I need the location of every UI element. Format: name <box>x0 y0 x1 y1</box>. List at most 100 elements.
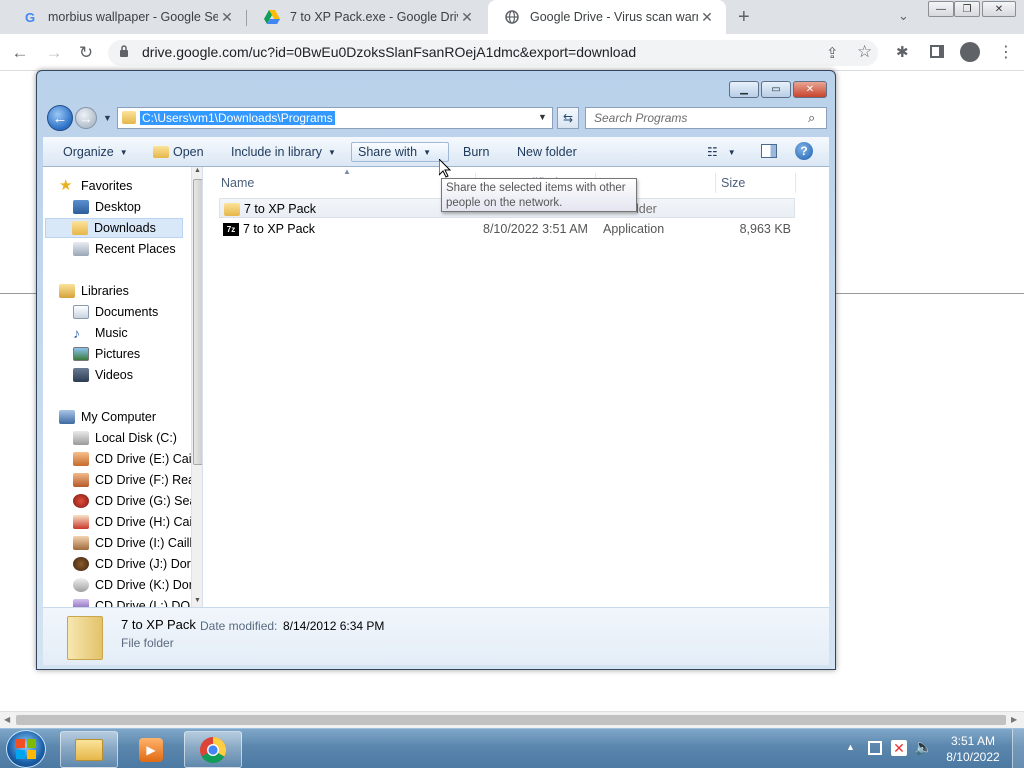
action-center-warning-icon[interactable]: ✕ <box>891 740 907 756</box>
explorer-search-box[interactable]: Search Programs ⌕ <box>585 107 827 129</box>
recent-pages-chevron-icon[interactable]: ▼ <box>103 113 112 123</box>
nav-drive-k[interactable]: CD Drive (K:) Dor <box>73 575 202 595</box>
network-icon[interactable] <box>868 741 882 755</box>
hard-disk-icon <box>73 431 89 445</box>
address-dropdown-icon[interactable]: ▼ <box>538 112 547 122</box>
share-page-icon[interactable]: ⇪ <box>826 44 839 62</box>
search-icon[interactable]: ⌕ <box>808 110 815 126</box>
extensions-icon[interactable]: ✱ <box>896 43 909 61</box>
views-icon[interactable]: ☷ ▼ <box>701 142 742 162</box>
bookmark-star-icon[interactable]: ☆ <box>857 42 872 62</box>
nav-favorites[interactable]: ★ Favorites <box>59 176 202 196</box>
taskbar-clock[interactable]: 3:51 AM 8/10/2022 <box>940 733 1006 765</box>
nav-music[interactable]: ♪ Music <box>73 323 202 343</box>
forward-icon[interactable]: → <box>42 41 66 65</box>
include-in-library-menu[interactable]: Include in library ▼ <box>225 142 342 162</box>
nav-drive-e[interactable]: CD Drive (E:) Caill <box>73 449 202 469</box>
horizontal-scroll-thumb[interactable] <box>16 715 1006 725</box>
volume-icon[interactable]: 🔈 <box>914 738 933 756</box>
close-tab-icon[interactable]: ✕ <box>218 9 236 26</box>
computer-icon <box>59 410 75 424</box>
lock-icon[interactable] <box>119 45 129 57</box>
nav-drive-g[interactable]: CD Drive (G:) Sea <box>73 491 202 511</box>
explorer-maximize-button[interactable]: ▭ <box>761 81 791 98</box>
help-icon[interactable]: ? <box>795 142 813 160</box>
nav-label: Libraries <box>81 284 129 298</box>
command-bar: Organize ▼ Open Include in library ▼ Share… <box>43 137 829 167</box>
file-type: Application <box>603 222 665 236</box>
file-row-application[interactable]: 7z 7 to XP Pack 8/10/2022 3:51 AM Applic… <box>219 219 795 239</box>
scroll-thumb[interactable] <box>193 179 202 465</box>
explorer-address-bar[interactable]: C:\Users\vm1\Downloads\Programs ▼ <box>117 107 553 129</box>
maximize-button[interactable]: ❐ <box>954 1 980 17</box>
tab-virus-scan[interactable]: Google Drive - Virus scan warnin ✕ <box>488 0 726 34</box>
start-button[interactable] <box>6 730 46 768</box>
explorer-forward-button[interactable]: → <box>75 107 97 129</box>
new-folder-button[interactable]: New folder <box>511 142 583 162</box>
column-divider <box>795 173 796 193</box>
close-tab-icon[interactable]: ✕ <box>698 9 716 26</box>
tab-title: 7 to XP Pack.exe - Google Drive <box>290 10 458 24</box>
organize-menu[interactable]: Organize ▼ <box>57 142 134 162</box>
address-path: C:\Users\vm1\Downloads\Programs <box>140 111 335 125</box>
nav-libraries[interactable]: Libraries <box>59 281 202 301</box>
profile-avatar-icon[interactable] <box>960 42 980 62</box>
close-button[interactable]: ✕ <box>982 1 1016 17</box>
scroll-right-icon[interactable]: ▶ <box>1011 715 1017 724</box>
file-list-pane: ▲ Name Date modified Type Size 7 to XP P… <box>203 167 829 607</box>
nav-drive-j[interactable]: CD Drive (J:) Dora <box>73 554 202 574</box>
nav-drive-l[interactable]: CD Drive (L:) DOF <box>73 596 202 607</box>
google-icon: G <box>24 9 36 25</box>
nav-my-computer[interactable]: My Computer <box>59 407 202 427</box>
nav-drive-h[interactable]: CD Drive (H:) Cai <box>73 512 202 532</box>
tab-morbius[interactable]: G morbius wallpaper - Google Sear ✕ <box>6 0 246 34</box>
include-label: Include in library <box>231 145 323 159</box>
nav-recent-places[interactable]: Recent Places <box>73 239 202 259</box>
new-tab-icon[interactable]: + <box>738 6 750 29</box>
chevron-down-icon: ▼ <box>119 147 128 157</box>
scroll-up-icon[interactable]: ▲ <box>194 167 201 174</box>
large-folder-icon <box>67 616 103 660</box>
explorer-close-button[interactable]: ✕ <box>793 81 827 98</box>
nav-drive-f[interactable]: CD Drive (F:) Rea <box>73 470 202 490</box>
nav-pictures[interactable]: Pictures <box>73 344 202 364</box>
preview-pane-icon[interactable] <box>761 144 777 158</box>
nav-downloads[interactable]: Downloads <box>45 218 183 238</box>
menu-kebab-icon[interactable]: ⋮ <box>998 42 1014 62</box>
show-desktop-button[interactable] <box>1012 729 1024 769</box>
tab-search-chevron-icon[interactable]: ⌄ <box>898 8 909 24</box>
nav-drive-i[interactable]: CD Drive (I:) Caill <box>73 533 202 553</box>
taskbar-media-player-button[interactable]: ▶ <box>122 731 180 768</box>
side-panel-icon[interactable] <box>930 45 944 58</box>
star-icon: ★ <box>59 177 73 194</box>
nav-drive-c[interactable]: Local Disk (C:) <box>73 428 202 448</box>
nav-videos[interactable]: Videos <box>73 365 202 385</box>
refresh-icon[interactable]: ⇆ <box>557 107 579 129</box>
scroll-down-icon[interactable]: ▼ <box>194 597 201 604</box>
cd-drive-icon <box>73 452 89 466</box>
explorer-minimize-button[interactable]: ▁ <box>729 81 759 98</box>
share-with-menu[interactable]: Share with ▼ <box>351 142 449 162</box>
7zip-icon: 7z <box>223 219 239 239</box>
organize-label: Organize <box>63 145 114 159</box>
documents-icon <box>73 305 89 319</box>
page-horizontal-scrollbar[interactable]: ◀ ▶ <box>0 711 1024 728</box>
nav-desktop[interactable]: Desktop <box>73 197 202 217</box>
explorer-back-button[interactable]: ← <box>47 105 73 131</box>
open-button[interactable]: Open <box>147 142 210 162</box>
close-tab-icon[interactable]: ✕ <box>458 9 476 26</box>
back-icon[interactable]: ← <box>8 41 32 65</box>
burn-button[interactable]: Burn <box>457 142 495 162</box>
scroll-left-icon[interactable]: ◀ <box>4 715 10 724</box>
show-hidden-icons-icon[interactable]: ▲ <box>846 742 855 752</box>
minimize-button[interactable]: — <box>928 1 954 17</box>
open-label: Open <box>173 145 204 159</box>
taskbar-explorer-button[interactable] <box>60 731 118 768</box>
reload-icon[interactable]: ↻ <box>74 41 98 65</box>
nav-documents[interactable]: Documents <box>73 302 202 322</box>
taskbar-chrome-button[interactable] <box>184 731 242 768</box>
column-size[interactable]: Size <box>721 173 745 193</box>
tab-drive-file[interactable]: 7 to XP Pack.exe - Google Drive ✕ <box>248 0 486 34</box>
nav-scrollbar[interactable]: ▲ ▼ <box>191 167 202 607</box>
column-name[interactable]: Name <box>221 173 254 193</box>
